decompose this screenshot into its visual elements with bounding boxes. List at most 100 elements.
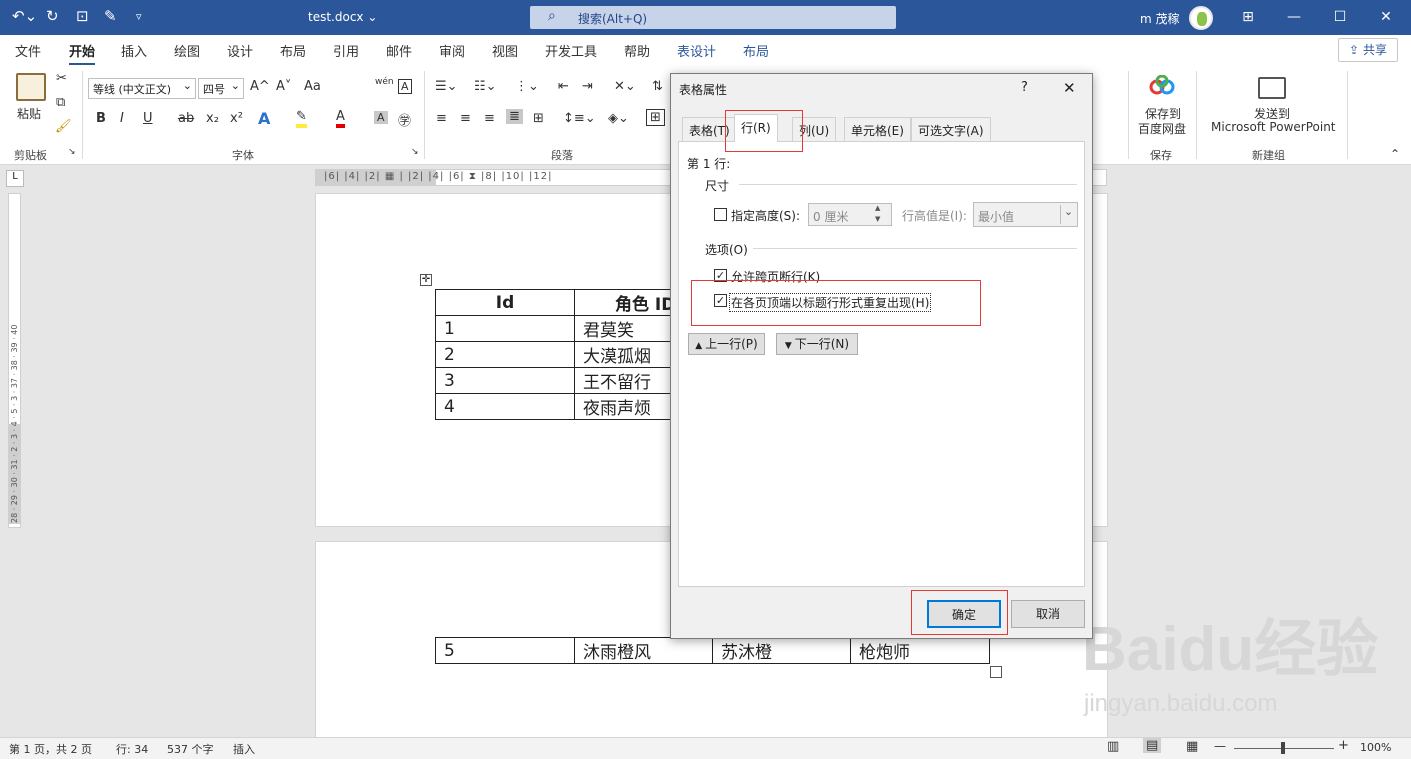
table-cell[interactable]: 5 bbox=[435, 637, 575, 664]
copy-icon[interactable]: ⧉ bbox=[56, 95, 65, 110]
document-title[interactable]: test.docx ⌄ bbox=[308, 10, 377, 24]
send-to-ppt-icon[interactable] bbox=[1258, 77, 1286, 99]
increase-indent-icon[interactable]: ⇥ bbox=[582, 79, 593, 94]
baidu-disk-icon[interactable] bbox=[1148, 74, 1176, 97]
enclose-char-icon[interactable]: ㊫ bbox=[398, 110, 411, 129]
numbering-icon[interactable]: ☷⌄ bbox=[474, 79, 497, 94]
tab-alt-text[interactable]: 可选文字(A) bbox=[911, 117, 991, 141]
font-color-icon[interactable]: A bbox=[336, 109, 345, 128]
table-cell[interactable]: 王不留行 bbox=[574, 367, 685, 394]
table-2[interactable]: 5 沐雨橙风 苏沐橙 枪炮师 bbox=[435, 637, 990, 664]
specify-height-label[interactable]: 指定高度(S): bbox=[731, 207, 800, 224]
table-resize-handle[interactable] bbox=[990, 666, 1002, 678]
dialog-close-icon[interactable]: ✕ bbox=[1063, 79, 1076, 97]
font-dialog-launcher-icon[interactable]: ↘ bbox=[411, 147, 419, 157]
web-layout-icon[interactable]: ▦ bbox=[1186, 739, 1198, 754]
cut-icon[interactable]: ✂ bbox=[56, 71, 67, 86]
share-button[interactable]: ⇪ 共享 bbox=[1338, 38, 1398, 62]
line-spacing-icon[interactable]: ↕≡⌄ bbox=[563, 111, 596, 126]
search-box[interactable]: ⌕ 搜索(Alt+Q) bbox=[530, 6, 896, 29]
table-cell[interactable]: 2 bbox=[435, 341, 575, 368]
ppt-label[interactable]: Microsoft PowerPoint bbox=[1211, 120, 1336, 134]
next-row-button[interactable]: ▼ 下一行(N) bbox=[776, 333, 858, 355]
previous-row-button[interactable]: ▲ 上一行(P) bbox=[688, 333, 765, 355]
customize-qa-icon[interactable]: ▿ bbox=[136, 10, 142, 23]
font-name-combo[interactable]: 等线 (中文正文) bbox=[88, 78, 196, 99]
tab-help[interactable]: 帮助 bbox=[624, 41, 650, 60]
insert-mode[interactable]: 插入 bbox=[233, 741, 255, 757]
tab-developer[interactable]: 开发工具 bbox=[545, 41, 597, 60]
change-case-icon[interactable]: Aa bbox=[304, 79, 321, 94]
subscript-icon[interactable]: x₂ bbox=[206, 111, 219, 126]
table-move-handle-icon[interactable]: ✛ bbox=[420, 274, 432, 286]
table-cell[interactable]: 夜雨声烦 bbox=[574, 393, 685, 420]
header-cell-role-id[interactable]: 角色 ID bbox=[574, 289, 685, 316]
spin-up-icon[interactable]: ▲ bbox=[875, 204, 880, 212]
touch-mode-icon[interactable]: ⊡ bbox=[76, 7, 89, 25]
align-center-icon[interactable]: ≡ bbox=[460, 111, 471, 126]
sort-icon[interactable]: ⇅ bbox=[652, 79, 663, 94]
tab-table-layout[interactable]: 布局 bbox=[743, 41, 769, 60]
print-layout-icon[interactable]: ▤ bbox=[1143, 738, 1162, 753]
format-painter-icon[interactable]: 🖌 bbox=[55, 119, 72, 134]
spin-down-icon[interactable]: ▼ bbox=[875, 215, 880, 223]
strikethrough-icon[interactable]: ab bbox=[178, 111, 194, 126]
table-cell[interactable]: 沐雨橙风 bbox=[574, 637, 713, 664]
tab-stop-selector[interactable]: L bbox=[6, 170, 24, 187]
collapse-ribbon-icon[interactable]: ⌃ bbox=[1390, 147, 1400, 161]
read-mode-icon[interactable]: ▥ bbox=[1107, 739, 1119, 754]
close-icon[interactable]: ✕ bbox=[1368, 4, 1404, 30]
cancel-button[interactable]: 取消 bbox=[1011, 600, 1085, 628]
table-cell[interactable]: 4 bbox=[435, 393, 575, 420]
tab-mailings[interactable]: 邮件 bbox=[386, 41, 412, 60]
character-shading-icon[interactable]: A bbox=[374, 111, 388, 124]
font-size-combo[interactable]: 四号 bbox=[198, 78, 244, 99]
paste-label[interactable]: 粘贴 bbox=[17, 105, 41, 122]
height-mode-select[interactable]: 最小值 ⌄ bbox=[973, 202, 1078, 227]
zoom-out-icon[interactable]: — bbox=[1214, 739, 1226, 753]
highlight-icon[interactable]: ✎ bbox=[296, 109, 307, 128]
page-count[interactable]: 第 1 页，共 2 页 bbox=[9, 741, 92, 757]
zoom-in-icon[interactable]: + bbox=[1338, 738, 1349, 753]
justify-icon[interactable]: ≣ bbox=[506, 109, 523, 124]
zoom-slider-thumb[interactable] bbox=[1281, 742, 1285, 754]
multilevel-list-icon[interactable]: ⋮⌄ bbox=[515, 79, 539, 94]
tab-cell[interactable]: 单元格(E) bbox=[844, 117, 911, 141]
redo-icon[interactable]: ↻ bbox=[46, 7, 59, 25]
ribbon-display-icon[interactable]: ⊞ bbox=[1230, 4, 1266, 30]
superscript-icon[interactable]: x² bbox=[230, 111, 243, 126]
baidu-disk-label[interactable]: 百度网盘 bbox=[1138, 120, 1186, 137]
height-spinner[interactable]: 0 厘米 ▲ ▼ bbox=[808, 203, 892, 226]
shrink-font-icon[interactable]: A˅ bbox=[276, 79, 291, 94]
zoom-level[interactable]: 100% bbox=[1360, 741, 1391, 754]
character-border-icon[interactable]: A bbox=[398, 79, 412, 94]
distributed-icon[interactable]: ⊞ bbox=[533, 111, 544, 126]
table-cell[interactable]: 大漠孤烟 bbox=[574, 341, 685, 368]
table-row[interactable]: 1 君莫笑 bbox=[435, 315, 685, 342]
specify-height-checkbox[interactable] bbox=[714, 208, 727, 221]
text-effects-icon[interactable]: A bbox=[258, 109, 270, 128]
bold-icon[interactable]: B bbox=[96, 111, 106, 126]
edit-icon[interactable]: ✎ bbox=[104, 7, 117, 25]
dialog-launcher-icon[interactable]: ↘ bbox=[68, 147, 76, 157]
table-row[interactable]: 2 大漠孤烟 bbox=[435, 341, 685, 368]
align-left-icon[interactable]: ≡ bbox=[436, 111, 447, 126]
help-icon[interactable]: ? bbox=[1021, 80, 1028, 95]
tab-layout[interactable]: 布局 bbox=[280, 41, 306, 60]
table-cell[interactable]: 1 bbox=[435, 315, 575, 342]
borders-icon[interactable]: ⊞ bbox=[646, 109, 665, 126]
table-cell[interactable]: 苏沐橙 bbox=[712, 637, 851, 664]
asian-layout-icon[interactable]: ✕⌄ bbox=[614, 79, 636, 94]
italic-icon[interactable]: I bbox=[120, 111, 124, 126]
tab-insert[interactable]: 插入 bbox=[121, 41, 147, 60]
tab-file[interactable]: 文件 bbox=[15, 41, 41, 60]
table-cell[interactable]: 3 bbox=[435, 367, 575, 394]
minimize-icon[interactable]: — bbox=[1276, 4, 1312, 30]
tab-home[interactable]: 开始 bbox=[69, 41, 96, 66]
underline-icon[interactable]: U bbox=[143, 111, 153, 126]
vertical-ruler[interactable]: 28 · 29 · 30 · 31 · 2 · 3 · 4 · 5 · 3 · … bbox=[8, 193, 21, 528]
tab-review[interactable]: 审阅 bbox=[439, 41, 465, 60]
table-cell[interactable]: 枪炮师 bbox=[850, 637, 990, 664]
tab-table-design[interactable]: 表设计 bbox=[677, 41, 716, 60]
bullets-icon[interactable]: ☰⌄ bbox=[435, 79, 458, 94]
